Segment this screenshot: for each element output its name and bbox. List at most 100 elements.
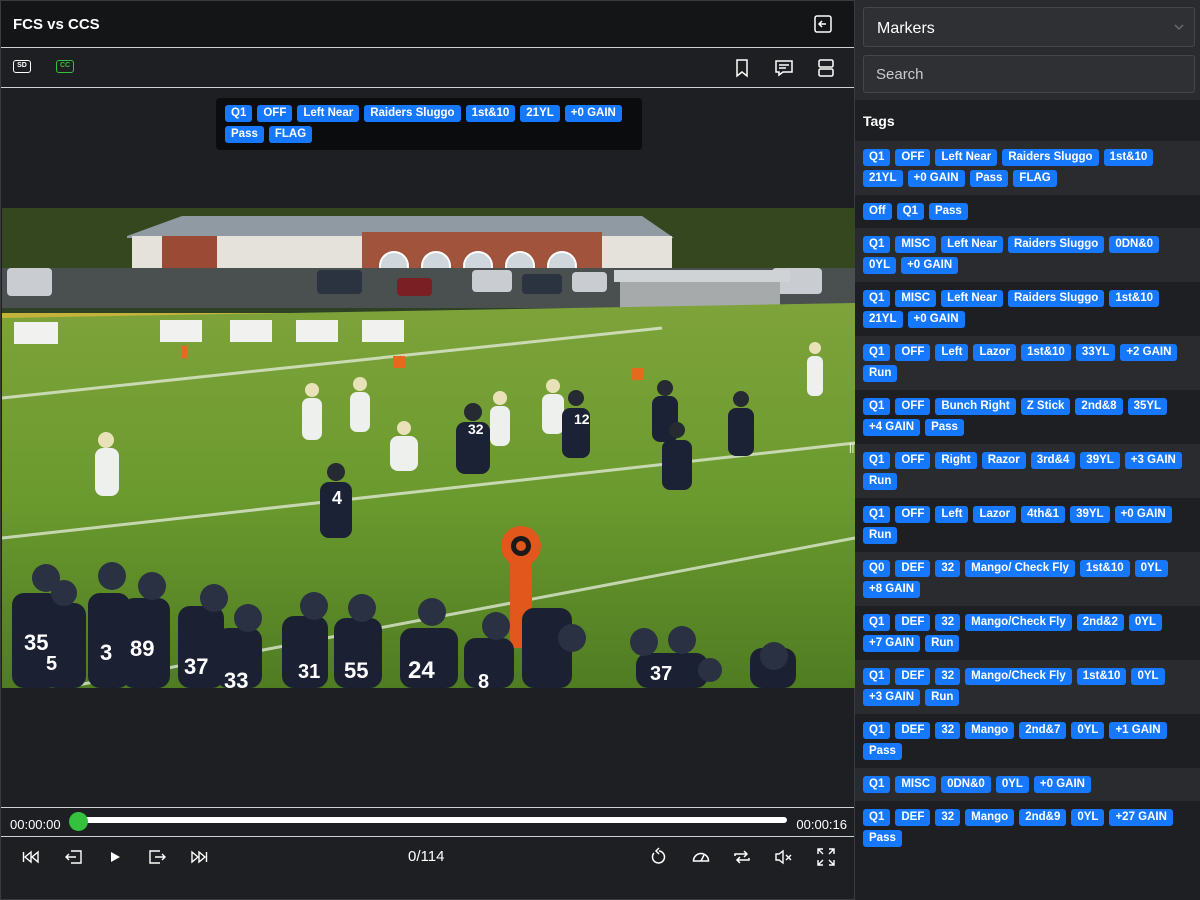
tag-chip: DEF — [895, 560, 931, 577]
progress-thumb[interactable] — [69, 812, 88, 831]
tag-chip: 39YL — [1080, 452, 1120, 469]
tag-chip: +3 GAIN — [1124, 452, 1182, 469]
tags-heading: Tags — [863, 113, 895, 129]
tag-chip: Q1 — [863, 614, 891, 631]
tag-chip: Left — [935, 344, 969, 361]
progress-track[interactable] — [79, 817, 787, 823]
tag-chip: Bunch Right — [935, 398, 1016, 415]
tag-chip: Razor — [981, 452, 1026, 469]
comment-icon[interactable] — [774, 58, 794, 78]
tag-row: Q1 OFF Left Near Raiders Sluggo 1st&10 21YL +0… — [863, 149, 1192, 187]
tag-chip: 3rd&4 — [1030, 452, 1076, 469]
list-item[interactable]: Q1 MISC Left Near Raiders Sluggo 1st&10 21YL +… — [855, 282, 1200, 336]
tag-chip: FLAG — [1013, 170, 1057, 187]
layout-toggle-icon[interactable] — [816, 58, 836, 78]
list-item[interactable]: Q1 MISC 0DN&0 0YL +0 GAIN — [855, 768, 1200, 801]
loop-icon[interactable] — [732, 847, 752, 867]
jersey-number: 89 — [130, 636, 154, 661]
tag-chip: Lazor — [973, 344, 1017, 361]
list-item[interactable]: Q1 DEF 32 Mango 2nd&7 0YL +1 GAIN Pass — [855, 714, 1200, 768]
tag-row: Q1 OFF Left Lazor 1st&10 33YL +2 GAIN Run — [863, 344, 1192, 382]
replay-icon[interactable] — [649, 847, 669, 867]
tag-chip: Q1 — [863, 398, 891, 415]
chevron-down-icon — [1174, 24, 1184, 30]
tag-chip: 21YL — [863, 311, 903, 328]
list-item[interactable]: Q1 OFF Left Lazor 1st&10 33YL +2 GAIN Run — [855, 336, 1200, 390]
captions-button[interactable]: CC — [56, 60, 74, 73]
player-toolbar: SD CC — [1, 48, 854, 88]
tag-chip: Pass — [225, 126, 264, 143]
tag-row: Off Q1 Pass — [863, 203, 1192, 220]
tag-chip: +0 GAIN — [564, 105, 622, 122]
tag-chip: +0 GAIN — [907, 170, 965, 187]
next-clip-icon[interactable] — [147, 847, 167, 867]
skip-forward-icon[interactable] — [189, 847, 209, 867]
bookmark-icon[interactable] — [732, 58, 752, 78]
tag-chip: Q1 — [863, 809, 891, 826]
tag-chip: +7 GAIN — [863, 635, 921, 652]
tag-chip: 32 — [935, 668, 961, 685]
tag-row: Q1 OFF Left Near Raiders Sluggo 1st&10 21YL +0… — [225, 105, 633, 143]
tag-chip: Left — [935, 506, 969, 523]
tag-chip: Pass — [925, 419, 964, 436]
jersey-number: 55 — [344, 658, 368, 683]
speed-icon[interactable] — [691, 847, 711, 867]
tag-chip: +0 GAIN — [1114, 506, 1172, 523]
list-item[interactable]: Q1 OFF Right Razor 3rd&4 39YL +3 GAIN Run — [855, 444, 1200, 498]
tag-chip: Q1 — [863, 290, 891, 307]
skip-back-icon[interactable] — [21, 847, 41, 867]
player-pane: FCS vs CCS SD CC Q1 OFF Left Near Raiders S… — [0, 0, 855, 900]
tag-chip: +3 GAIN — [863, 689, 921, 706]
tag-chip: Q1 — [896, 203, 924, 220]
tag-chip: 2nd&7 — [1019, 722, 1067, 739]
fullscreen-icon[interactable] — [816, 847, 836, 867]
markers-select-value: Markers — [877, 20, 935, 37]
list-item[interactable]: Q1 OFF Left Near Raiders Sluggo 1st&10 21YL +0… — [855, 141, 1200, 195]
video-frame[interactable]: 35 5 3 89 37 33 31 55 24 8 37 4 32 12 — [2, 208, 855, 688]
list-item[interactable]: Q0 DEF 32 Mango/ Check Fly 1st&10 0YL +8 GAIN — [855, 552, 1200, 606]
tag-row: Q1 MISC Left Near Raiders Sluggo 0DN&0 0YL +0 … — [863, 236, 1192, 274]
list-item[interactable]: Q1 OFF Bunch Right Z Stick 2nd&8 35YL +4 GAIN P… — [855, 390, 1200, 444]
list-item[interactable]: Off Q1 Pass — [855, 195, 1200, 228]
page-title: FCS vs CCS — [13, 16, 100, 33]
markers-select[interactable]: Markers — [863, 7, 1195, 47]
play-icon[interactable] — [105, 847, 125, 867]
previous-clip-icon[interactable] — [64, 847, 84, 867]
tag-chip: Run — [863, 473, 898, 490]
tag-chip: Lazor — [973, 506, 1017, 523]
tag-chip: +2 GAIN — [1120, 344, 1178, 361]
list-item[interactable]: Q1 MISC Left Near Raiders Sluggo 0DN&0 0YL +0 … — [855, 228, 1200, 282]
tag-chip: Raiders Sluggo — [1007, 236, 1105, 253]
tag-chip: 0YL — [1071, 809, 1105, 826]
list-item[interactable]: Q1 DEF 32 Mango/Check Fly 1st&10 0YL +3 GAIN Ru… — [855, 660, 1200, 714]
tag-chip: Mango/ Check Fly — [965, 560, 1075, 577]
sidebar-header: Markers — [855, 0, 1200, 100]
tag-row: Q1 DEF 32 Mango/Check Fly 1st&10 0YL +3 GAIN Ru… — [863, 668, 1192, 706]
mute-icon[interactable] — [774, 847, 794, 867]
tags-sidebar: Markers Tags Q1OFFLeft NearRaiders Slugg… — [855, 0, 1200, 900]
current-time: 00:00:00 — [10, 817, 61, 832]
tag-chip: 32 — [935, 560, 961, 577]
tag-chip: 1st&10 — [1103, 149, 1154, 166]
tag-row: Q1 DEF 32 Mango 2nd&9 0YL +27 GAIN Pass — [863, 809, 1192, 847]
search-input[interactable] — [863, 55, 1195, 93]
tag-chip: DEF — [895, 668, 931, 685]
tag-chip: +8 GAIN — [863, 581, 921, 598]
list-item[interactable]: Q1 DEF 32 Mango/Check Fly 2nd&2 0YL +7 GAIN Run — [855, 606, 1200, 660]
tag-chip: Mango/Check Fly — [965, 614, 1072, 631]
list-item[interactable]: Q1 DEF 32 Mango 2nd&9 0YL +27 GAIN Pass — [855, 801, 1200, 855]
tag-chip: Raiders Sluggo — [1007, 290, 1105, 307]
exit-icon[interactable] — [814, 15, 832, 33]
sd-quality-button[interactable]: SD — [13, 60, 31, 73]
tag-chip: +0 GAIN — [901, 257, 959, 274]
jersey-number: 32 — [468, 421, 484, 437]
tag-chip: 2nd&9 — [1019, 809, 1067, 826]
tag-chip: Q1 — [863, 668, 891, 685]
tag-chip: 21YL — [863, 170, 903, 187]
tag-chip: Q1 — [863, 452, 891, 469]
list-item[interactable]: Q1 OFF Left Lazor 4th&1 39YL +0 GAIN Run — [855, 498, 1200, 552]
tag-chip: Left Near — [941, 290, 1003, 307]
tag-chip: Q0 — [863, 560, 891, 577]
tag-row: Q1 DEF 32 Mango 2nd&7 0YL +1 GAIN Pass — [863, 722, 1192, 760]
tag-chip: Mango — [965, 722, 1015, 739]
